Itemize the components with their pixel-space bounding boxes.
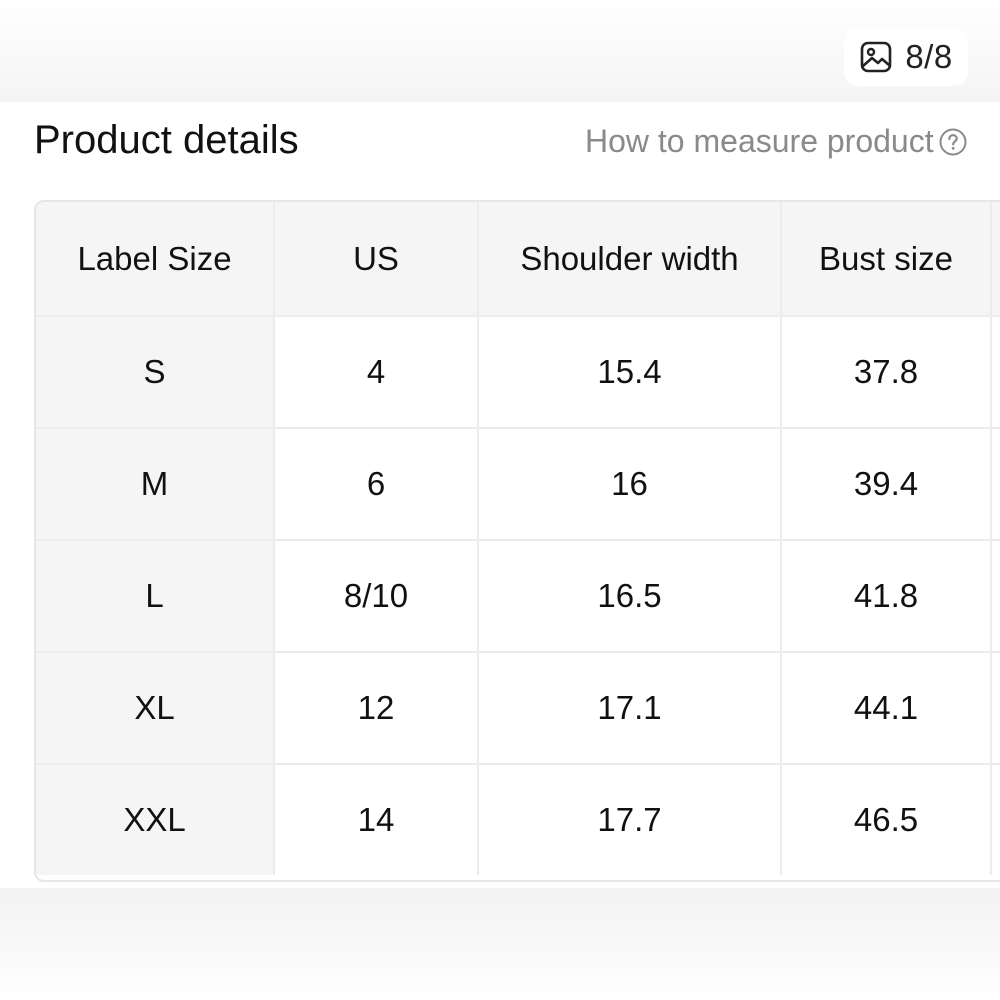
column-header-bust-size: Bust size (781, 202, 992, 317)
column-header-shoulder-width: Shoulder width (478, 202, 782, 317)
product-details-page: 8/8 Product details How to measure produ… (0, 0, 1000, 1000)
cell-cutoff (991, 764, 1000, 875)
cell-label-size: L (36, 540, 275, 653)
table-row: L 8/10 16.5 41.8 (36, 540, 1000, 653)
how-to-measure-link[interactable]: How to measure product (585, 123, 968, 160)
size-chart-table: Label Size US Shoulder width Bust size S… (34, 200, 1000, 882)
cell-cutoff (991, 428, 1000, 541)
cell-shoulder-width: 16.5 (478, 540, 782, 653)
cell-bust-size: 37.8 (781, 316, 992, 429)
cell-bust-size: 39.4 (781, 428, 992, 541)
cell-bust-size: 46.5 (781, 764, 992, 875)
table-row: XXL 14 17.7 46.5 (36, 764, 1000, 875)
cell-label-size: XL (36, 652, 275, 765)
cell-shoulder-width: 15.4 (478, 316, 782, 429)
column-header-label-size: Label Size (36, 202, 275, 317)
table-row: S 4 15.4 37.8 (36, 316, 1000, 429)
image-counter-text: 8/8 (905, 38, 953, 75)
cell-label-size: S (36, 316, 275, 429)
cell-bust-size: 41.8 (781, 540, 992, 653)
cell-us: 8/10 (274, 540, 479, 653)
table-row: M 6 16 39.4 (36, 428, 1000, 541)
cell-shoulder-width: 17.1 (478, 652, 782, 765)
cell-shoulder-width: 17.7 (478, 764, 782, 875)
cell-us: 14 (274, 764, 479, 875)
cell-label-size: M (36, 428, 275, 541)
column-header-us: US (274, 202, 479, 317)
cell-label-size: XXL (36, 764, 275, 875)
cell-cutoff (991, 540, 1000, 653)
cell-cutoff (991, 316, 1000, 429)
column-header-cutoff (991, 202, 1000, 317)
cell-us: 6 (274, 428, 479, 541)
cell-us: 4 (274, 316, 479, 429)
table-row: XL 12 17.1 44.1 (36, 652, 1000, 765)
bottom-backdrop (0, 888, 1000, 1000)
cell-shoulder-width: 16 (478, 428, 782, 541)
how-to-measure-label: How to measure product (585, 123, 934, 159)
cell-bust-size: 44.1 (781, 652, 992, 765)
question-circle-icon[interactable] (938, 127, 968, 157)
image-gallery-icon (861, 41, 892, 73)
table-header-row: Label Size US Shoulder width Bust size (36, 202, 1000, 317)
image-counter-badge[interactable]: 8/8 (844, 28, 968, 86)
cell-cutoff (991, 652, 1000, 765)
cell-us: 12 (274, 652, 479, 765)
section-title: Product details (34, 118, 299, 162)
